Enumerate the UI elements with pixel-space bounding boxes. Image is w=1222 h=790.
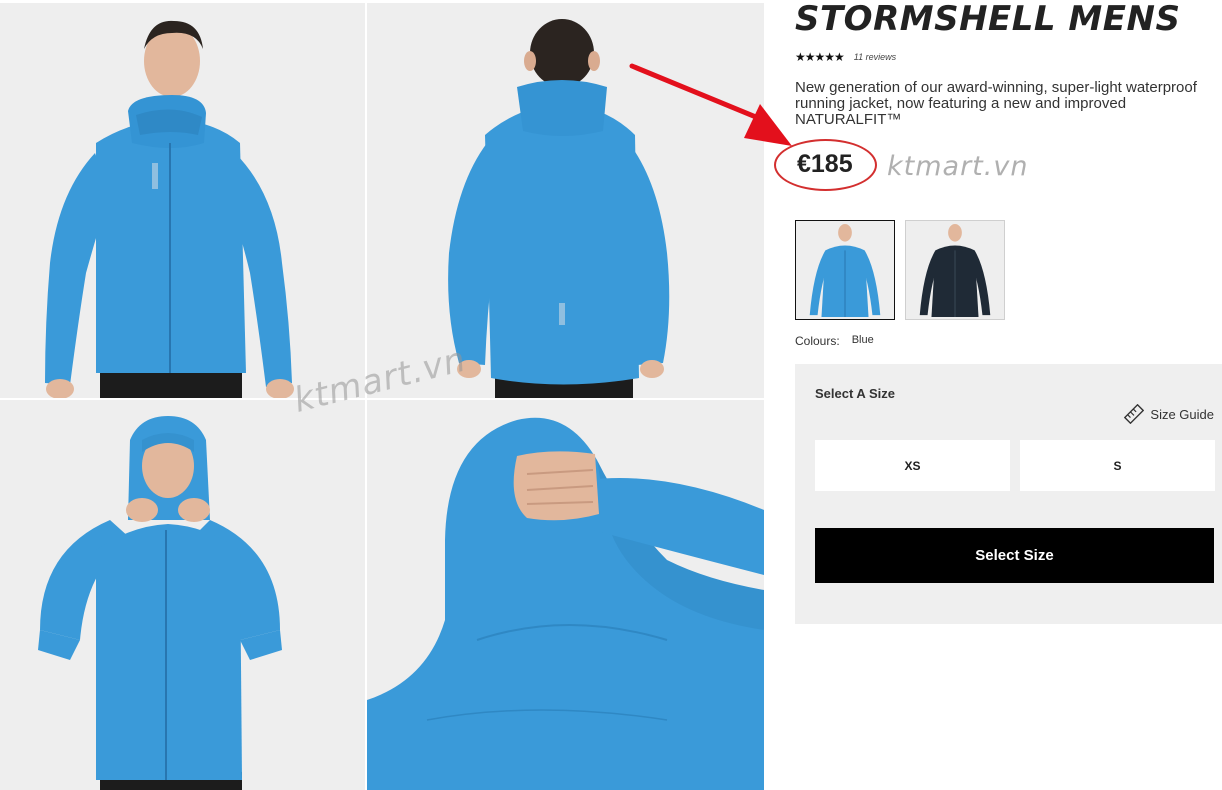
gallery-image-back[interactable]	[367, 3, 764, 398]
colour-selection: Colours: Blue	[795, 334, 874, 348]
reviews-link[interactable]: 11 reviews	[854, 52, 896, 62]
product-rating[interactable]: ★★★★★ 11 reviews	[795, 50, 896, 64]
select-size-button[interactable]: Select Size	[815, 528, 1214, 583]
size-title: Select A Size	[815, 386, 895, 401]
size-guide-label: Size Guide	[1150, 406, 1214, 422]
size-option-s[interactable]: S	[1020, 440, 1215, 491]
size-guide-link[interactable]: Size Guide	[1124, 404, 1214, 424]
gallery-image-hood[interactable]	[0, 400, 365, 790]
ruler-icon	[1124, 404, 1145, 424]
colour-label: Colours:	[795, 334, 840, 348]
watermark-text-price: ktmart.vn	[887, 151, 1029, 182]
product-description: New generation of our award-winning, sup…	[795, 79, 1197, 128]
swatch-blue[interactable]	[795, 220, 895, 320]
swatch-black[interactable]	[905, 220, 1005, 320]
price-highlight-circle	[774, 139, 877, 191]
gallery-image-detail[interactable]	[367, 400, 764, 790]
colour-swatches	[795, 220, 1005, 320]
size-option-xs[interactable]: XS	[815, 440, 1010, 491]
star-rating-icon: ★★★★★	[795, 50, 845, 64]
gallery-image-front[interactable]	[0, 3, 365, 398]
size-selector-panel: Select A Size Size Guide XS S Select Siz…	[795, 364, 1222, 624]
product-title: STORMSHELL MENS	[795, 0, 1181, 39]
colour-value: Blue	[851, 334, 874, 346]
